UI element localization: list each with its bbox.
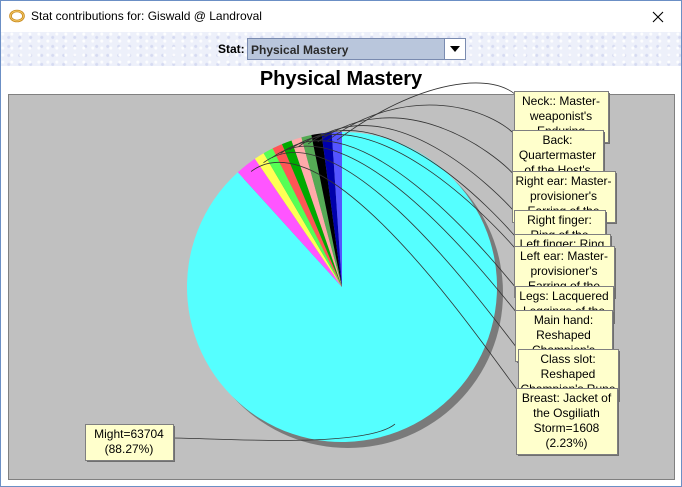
callout-line: Back: (542, 133, 572, 147)
callout-line: Storm=1608 (534, 421, 600, 435)
callout-line: provisioner's (530, 189, 597, 203)
callout-line: (2.23%) (545, 436, 587, 450)
callout-line: weaponist's (529, 109, 592, 123)
callout-line: the Osgiliath (533, 406, 600, 420)
callout-line: Right ear: Master- (515, 174, 611, 188)
callout-line: Breast: Jacket of (522, 391, 612, 405)
callout-line: Reshaped (536, 328, 591, 342)
stat-contributions-window: Stat contributions for: Giswald @ Landro… (0, 0, 682, 487)
callout-line: Reshaped (541, 367, 596, 381)
callout-might: Might=63704 (88.27%) (85, 424, 175, 462)
pie-chart: Neck:: Master-weaponist'sEnduringBack:Qu… (8, 82, 675, 480)
callout-line: Quartermaster (519, 148, 596, 162)
callout-line: Class slot: (540, 352, 595, 366)
callout-breast: Breast: Jacket of the Osgiliath Storm=1608… (516, 388, 619, 456)
callout-line: Left ear: Master- (520, 249, 608, 263)
callout-line: (88.27%) (105, 442, 154, 456)
callout-line: Might=63704 (94, 427, 164, 441)
pie-slice-might (187, 132, 498, 442)
callout-line: Right finger: (527, 213, 592, 227)
callout-line: Legs: Lacquered (519, 289, 608, 303)
callout-line: Main hand: (534, 313, 593, 327)
callout-line: provisioner's (531, 264, 598, 278)
callout-line: Neck:: Master- (522, 94, 600, 108)
